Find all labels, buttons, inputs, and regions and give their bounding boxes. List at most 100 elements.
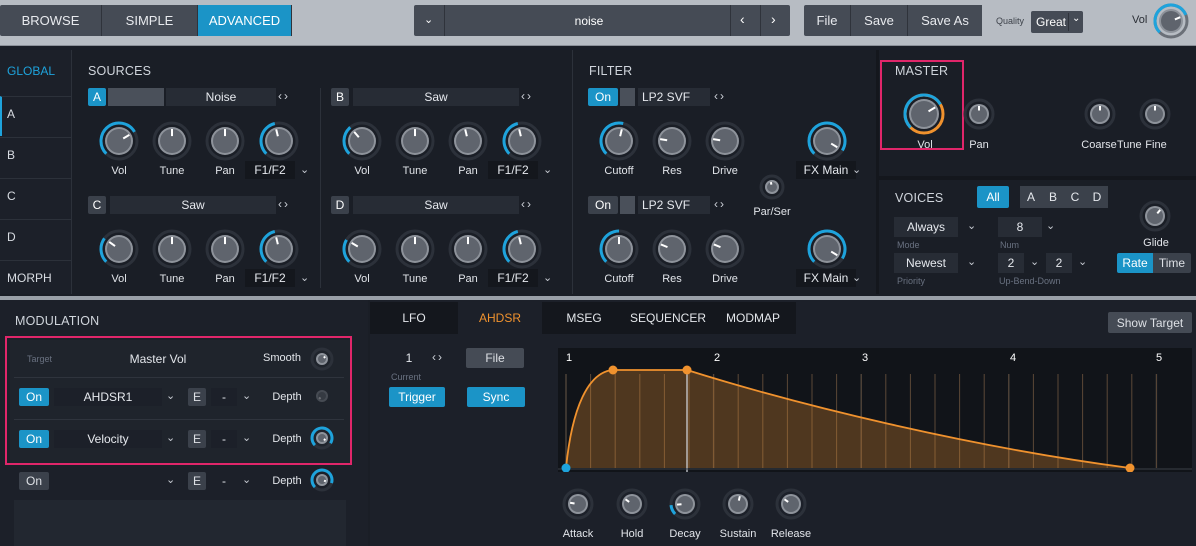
mod-row-3-depth-knob[interactable]	[309, 467, 335, 493]
decay-knob[interactable]	[668, 487, 702, 521]
rate-button[interactable]: Rate	[1117, 253, 1153, 273]
browse-tab[interactable]: BROWSE	[0, 5, 102, 36]
filter-1-res-knob[interactable]	[651, 120, 693, 162]
chevron-down-icon[interactable]: ⌄	[424, 13, 433, 26]
mod-row-2-dash[interactable]: -	[211, 430, 237, 448]
chevron-down-icon[interactable]: ⌄	[967, 219, 976, 232]
voices-d-tab[interactable]: D	[1086, 186, 1108, 208]
sidebar-item-a[interactable]: A	[0, 96, 72, 136]
source-d-stepper[interactable]: ‹ ›	[521, 197, 531, 211]
preset-selector[interactable]: ⌄ noise ‹ ›	[414, 5, 790, 36]
mod-row-1-source[interactable]: AHDSR1	[54, 388, 162, 406]
chevron-down-icon[interactable]: ⌄	[1046, 219, 1055, 232]
voice-mode-select[interactable]: Always	[894, 217, 958, 237]
voices-b-tab[interactable]: B	[1042, 186, 1064, 208]
filter-1-stepper[interactable]: ‹ ›	[714, 89, 724, 103]
source-b-vol-knob[interactable]	[341, 120, 383, 162]
chevron-down-icon[interactable]: ⌄	[300, 163, 309, 176]
prev-preset-icon[interactable]: ‹	[740, 11, 745, 27]
glide-knob[interactable]	[1138, 199, 1172, 233]
source-b-tune-knob[interactable]	[394, 120, 436, 162]
chevron-down-icon[interactable]: ⌄	[543, 163, 552, 176]
quality-select[interactable]: Great ⌄	[1031, 11, 1083, 33]
save-button[interactable]: Save	[851, 5, 908, 36]
source-c-name[interactable]: Saw	[110, 196, 276, 214]
bend-up-select[interactable]: 2	[998, 253, 1024, 273]
source-a-tune-knob[interactable]	[151, 120, 193, 162]
smooth-knob[interactable]	[309, 346, 335, 372]
prev-icon[interactable]: ‹	[521, 89, 525, 103]
priority-select[interactable]: Newest	[894, 253, 958, 273]
next-icon[interactable]: ›	[527, 89, 531, 103]
filter-2-cutoff-knob[interactable]	[598, 228, 640, 270]
mod-row-2-on[interactable]: On	[19, 430, 49, 448]
filter-1-route[interactable]: FX Main	[796, 161, 856, 179]
time-button[interactable]: Time	[1153, 253, 1191, 273]
envelope-graph[interactable]	[558, 348, 1192, 473]
coarse-knob[interactable]	[1083, 97, 1117, 131]
next-preset-icon[interactable]: ›	[771, 11, 776, 27]
tab-ahdsr[interactable]: AHDSR	[458, 302, 542, 334]
chevron-down-icon[interactable]: ⌄	[242, 473, 251, 486]
source-c-vol-knob[interactable]	[98, 228, 140, 270]
bend-down-select[interactable]: 2	[1046, 253, 1072, 273]
filter-1-drive-knob[interactable]	[704, 120, 746, 162]
chevron-down-icon[interactable]: ⌄	[967, 255, 976, 268]
source-d-vol-knob[interactable]	[341, 228, 383, 270]
tab-mseg[interactable]: MSEG	[542, 302, 626, 334]
source-d-f1f2-knob[interactable]	[501, 228, 543, 270]
mod-row-1-e[interactable]: E	[188, 388, 206, 406]
source-b-name[interactable]: Saw	[353, 88, 519, 106]
tab-modmap[interactable]: MODMAP	[710, 302, 796, 334]
chevron-down-icon[interactable]: ⌄	[242, 431, 251, 444]
source-d-toggle[interactable]: D	[331, 196, 349, 214]
source-a-toggle[interactable]: A	[88, 88, 106, 106]
mod-row-1-dash[interactable]: -	[211, 388, 237, 406]
chevron-down-icon[interactable]: ⌄	[166, 473, 175, 486]
chevron-down-icon[interactable]: ⌄	[300, 271, 309, 284]
show-target-button[interactable]: Show Target	[1108, 312, 1192, 333]
filter-2-res-knob[interactable]	[651, 228, 693, 270]
chevron-down-icon[interactable]: ⌄	[852, 271, 861, 284]
chevron-down-icon[interactable]: ⌄	[1030, 255, 1039, 268]
filter-1-slot[interactable]	[620, 88, 635, 106]
current-stepper[interactable]: ‹ ›	[432, 350, 442, 364]
source-a-waveform-slot[interactable]	[108, 88, 164, 106]
prev-icon[interactable]: ‹	[521, 197, 525, 211]
filter-2-on[interactable]: On	[588, 196, 618, 214]
sidebar-item-morph[interactable]: MORPH	[0, 260, 72, 294]
source-c-toggle[interactable]: C	[88, 196, 106, 214]
source-c-pan-knob[interactable]	[204, 228, 246, 270]
filter-2-slot[interactable]	[620, 196, 635, 214]
filter-2-type[interactable]: LP2 SVF	[638, 196, 710, 214]
source-b-mode[interactable]: F1/F2	[488, 161, 538, 179]
voice-num-select[interactable]: 8	[998, 217, 1042, 237]
mod-row-3-e[interactable]: E	[188, 472, 206, 490]
sync-button[interactable]: Sync	[467, 387, 525, 407]
file-button[interactable]: File	[804, 5, 851, 36]
source-a-pan-knob[interactable]	[204, 120, 246, 162]
sidebar-item-b[interactable]: B	[0, 137, 72, 177]
source-a-name[interactable]: Noise	[166, 88, 276, 106]
mod-row-2-e[interactable]: E	[188, 430, 206, 448]
master-volume-knob[interactable]	[1152, 2, 1190, 40]
voices-a-tab[interactable]: A	[1020, 186, 1042, 208]
source-a-f1f2-knob[interactable]	[258, 120, 300, 162]
source-c-mode[interactable]: F1/F2	[245, 269, 295, 287]
tab-lfo[interactable]: LFO	[370, 302, 458, 334]
save-as-button[interactable]: Save As	[908, 5, 982, 36]
mod-row-3-on[interactable]: On	[19, 472, 49, 490]
release-knob[interactable]	[774, 487, 808, 521]
source-c-stepper[interactable]: ‹ ›	[278, 197, 288, 211]
source-b-toggle[interactable]: B	[331, 88, 349, 106]
prev-icon[interactable]: ‹	[714, 197, 718, 211]
voices-all-tab[interactable]: All	[977, 186, 1009, 208]
chevron-down-icon[interactable]: ⌄	[166, 431, 175, 444]
source-d-mode[interactable]: F1/F2	[488, 269, 538, 287]
master-pan-knob[interactable]	[962, 97, 996, 131]
sidebar-item-d[interactable]: D	[0, 219, 72, 259]
next-icon[interactable]: ›	[527, 197, 531, 211]
par-ser-knob[interactable]	[758, 173, 786, 201]
tab-sequencer[interactable]: SEQUENCER	[626, 302, 710, 334]
next-icon[interactable]: ›	[284, 89, 288, 103]
